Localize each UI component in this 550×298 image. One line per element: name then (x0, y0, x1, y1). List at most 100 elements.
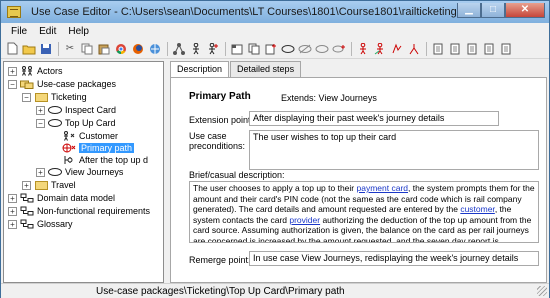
ellipse-icon (48, 105, 62, 115)
preconditions-label-1: Use case (189, 131, 227, 141)
ellipse-icon (48, 118, 62, 128)
actor-arrow-icon[interactable] (373, 42, 387, 56)
copy-doc-icon[interactable] (247, 42, 261, 56)
copy-icon[interactable] (80, 42, 94, 56)
tree-item-label: Inspect Card (65, 105, 117, 115)
fork-icon[interactable] (407, 42, 421, 56)
menu-help[interactable]: Help (62, 26, 95, 37)
menu-edit[interactable]: Edit (33, 26, 62, 37)
expand-icon[interactable]: + (8, 219, 17, 229)
tree-item-label-selected: Primary path (79, 143, 135, 153)
tree-item-label: Actors (37, 66, 63, 76)
preconditions-field[interactable]: The user wishes to top up their card (249, 130, 539, 170)
tree-item-use-case-packages[interactable]: − Use-case packages (8, 78, 116, 90)
toolbar-separator (167, 41, 168, 56)
glossary-icon (20, 219, 34, 229)
extension-point-label: Extension point: (189, 115, 254, 125)
status-path: Use-case packages\Ticketing\Top Up Card\… (96, 285, 345, 297)
tree-item-primary-path[interactable]: Primary path (62, 142, 135, 154)
cut-icon[interactable]: ✂ (63, 42, 77, 56)
folder-icon (34, 180, 48, 190)
add-actor-icon[interactable] (206, 42, 220, 56)
collapse-icon[interactable]: − (36, 118, 45, 128)
tree-item-view-journeys[interactable]: + View Journeys (36, 166, 123, 178)
doc4-icon[interactable] (482, 42, 496, 56)
collapse-icon[interactable]: − (8, 79, 17, 89)
tree-item-inspect-card[interactable]: + Inspect Card (36, 104, 116, 116)
sub-ellipse-icon[interactable] (315, 42, 329, 56)
toolbar: ✂ (1, 39, 549, 59)
title-bar[interactable]: Use Case Editor - C:\Users\sean\Document… (1, 1, 549, 23)
delete-icon[interactable] (390, 42, 404, 56)
window-title: Use Case Editor - C:\Users\sean\Document… (31, 6, 457, 18)
remerge-point-field[interactable]: In use case View Journeys, redisplaying … (249, 251, 539, 266)
tree-item-label: After the top up d (79, 155, 149, 165)
tree-item-after-top-up[interactable]: After the top up d (62, 154, 148, 166)
expand-icon[interactable]: + (36, 105, 45, 115)
add-doc-icon[interactable] (264, 42, 278, 56)
expand-icon[interactable]: + (8, 66, 17, 76)
web-icon[interactable] (148, 42, 162, 56)
close-button[interactable]: ✕ (505, 2, 545, 18)
tab-description[interactable]: Description (170, 61, 230, 78)
customer-link[interactable]: customer (460, 204, 495, 214)
expand-icon[interactable]: + (8, 206, 17, 216)
add-sub-icon[interactable] (332, 42, 346, 56)
firefox-icon[interactable] (131, 42, 145, 56)
actor-icon[interactable] (189, 42, 203, 56)
app-window: Use Case Editor - C:\Users\sean\Document… (0, 0, 550, 298)
tree-item-top-up-card[interactable]: − Top Up Card (36, 117, 116, 129)
menu-file[interactable]: File (5, 26, 33, 37)
tree-item-label: Glossary (37, 219, 73, 229)
resize-grip[interactable] (537, 286, 547, 296)
tree-item-travel[interactable]: + Travel (22, 179, 76, 191)
tab-detailed-steps[interactable]: Detailed steps (230, 61, 302, 77)
actor-icon (62, 131, 76, 141)
tree-item-label: Domain data model (37, 193, 116, 203)
tree-item-actors[interactable]: + Actors (8, 65, 63, 77)
app-icon (7, 6, 21, 18)
paste-icon[interactable] (97, 42, 111, 56)
tree-item-label: Non-functional requirements (37, 206, 151, 216)
extends-label: Extends: View Journeys (281, 93, 377, 103)
model-icon (20, 193, 34, 203)
provider-link[interactable]: provider (289, 215, 320, 225)
expand-icon[interactable]: + (36, 167, 45, 177)
payment-card-link[interactable]: payment card (357, 183, 409, 193)
tree-view[interactable]: + Actors − Use-case packages − Ticketing… (3, 61, 164, 283)
doc1-icon[interactable] (431, 42, 445, 56)
doc5-icon[interactable] (499, 42, 513, 56)
tree-item-label: View Journeys (65, 167, 124, 177)
path-heading: Primary Path (189, 91, 251, 102)
tree-item-ticketing[interactable]: − Ticketing (22, 91, 87, 103)
tree-item-domain-data-model[interactable]: + Domain data model (8, 192, 115, 204)
splitter[interactable] (164, 61, 169, 283)
brief-description-field[interactable]: The user chooses to apply a top up to th… (189, 181, 539, 243)
preconditions-label-2: preconditions: (189, 141, 246, 151)
save-icon[interactable] (39, 42, 53, 56)
chrome-icon[interactable] (114, 42, 128, 56)
doc2-icon[interactable] (448, 42, 462, 56)
doc3-icon[interactable] (465, 42, 479, 56)
remerge-point-label: Remerge point: (189, 255, 251, 265)
collapse-icon[interactable]: − (22, 92, 31, 102)
tree-item-label: Customer (79, 131, 119, 141)
new-file-icon[interactable] (5, 42, 19, 56)
extension-point-field[interactable]: After displaying their past week's journ… (249, 111, 499, 126)
minimize-button[interactable]: ▁ (457, 2, 481, 18)
expand-icon[interactable]: + (22, 180, 31, 190)
tree-item-non-functional[interactable]: + Non-functional requirements (8, 205, 150, 217)
tab-icon[interactable] (230, 42, 244, 56)
brief-text: The user chooses to apply a top up to th… (193, 183, 357, 193)
toolbar-separator (351, 41, 352, 56)
open-folder-icon[interactable] (22, 42, 36, 56)
maximize-button[interactable]: □ (481, 2, 505, 18)
tree-item-glossary[interactable]: + Glossary (8, 218, 73, 230)
network-icon[interactable] (172, 42, 186, 56)
expand-icon[interactable]: + (8, 193, 17, 203)
actor-red-icon[interactable] (356, 42, 370, 56)
no-ellipse-icon[interactable] (298, 42, 312, 56)
tree-item-customer[interactable]: Customer (62, 130, 118, 142)
path-icon (62, 143, 76, 153)
ellipse-icon[interactable] (281, 42, 295, 56)
